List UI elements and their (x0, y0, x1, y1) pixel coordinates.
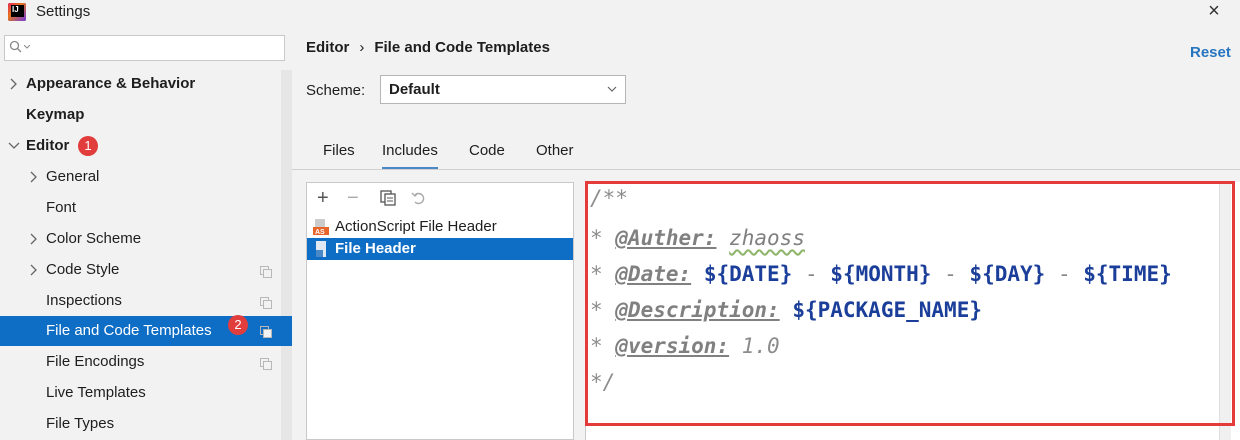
editor-scrollbar[interactable] (1219, 182, 1231, 440)
chevron-down-icon (607, 86, 617, 92)
intellij-app-icon (8, 3, 26, 21)
code-line-4: * @Description: ${PACKAGE_NAME} (590, 298, 982, 322)
search-input[interactable] (4, 35, 285, 61)
sidebar-item-font[interactable]: Font (46, 193, 76, 223)
code-line-5: * @version: 1.0 (590, 334, 780, 358)
template-variable: ${PACKAGE_NAME} (792, 298, 982, 322)
code-line-1: /** (590, 186, 628, 210)
comment-star: * (590, 262, 616, 286)
code-line-2: * @Auther: zhaoss (590, 226, 805, 250)
code-line-6: */ (590, 370, 616, 394)
template-variable: ${MONTH} (830, 262, 932, 286)
project-settings-icon (260, 358, 272, 370)
sidebar-item-file-encodings[interactable]: File Encodings (46, 347, 144, 377)
tag-value: zhaoss (729, 226, 805, 250)
reset-link[interactable]: Reset (1190, 44, 1231, 61)
template-variable: ${DAY} (969, 262, 1046, 286)
javadoc-tag: @Description: (615, 298, 780, 322)
sidebar-item-appearance-behavior[interactable]: Appearance & Behavior (26, 69, 195, 99)
sidebar-item-file-code-templates[interactable]: File and Code Templates (46, 316, 212, 346)
template-item-selected[interactable]: File Header (307, 238, 573, 260)
template-item[interactable]: AS ActionScript File Header (307, 216, 573, 238)
chevron-right-icon[interactable] (8, 78, 20, 90)
search-dropdown-icon[interactable] (24, 45, 30, 49)
tab-includes[interactable]: Includes (382, 140, 438, 170)
remove-icon[interactable]: − (347, 188, 359, 208)
tab-other[interactable]: Other (536, 140, 574, 170)
tab-files[interactable]: Files (323, 140, 355, 170)
javadoc-tag: @Date: (615, 262, 692, 286)
sidebar-item-color-scheme[interactable]: Color Scheme (46, 224, 141, 254)
sidebar-item-keymap[interactable]: Keymap (26, 100, 84, 130)
step-badge-1: 1 (78, 136, 98, 156)
breadcrumb-current: File and Code Templates (374, 39, 550, 56)
comment-star: * (590, 334, 616, 358)
template-variable: ${TIME} (1083, 262, 1172, 286)
template-item-label: File Header (335, 240, 416, 257)
chevron-right-icon[interactable] (28, 264, 40, 276)
close-icon[interactable]: × (1202, 0, 1226, 24)
reset-template-icon[interactable] (411, 190, 427, 206)
sidebar-item-live-templates[interactable]: Live Templates (46, 378, 146, 408)
sidebar-item-inspections[interactable]: Inspections (46, 286, 122, 316)
chevron-right-icon[interactable] (28, 171, 40, 183)
comment-star: * (590, 298, 616, 322)
settings-sidebar: Appearance & Behavior Keymap Editor 1 Ge… (0, 30, 292, 440)
sidebar-item-editor[interactable]: Editor (26, 131, 69, 161)
project-settings-icon (260, 297, 272, 309)
window-title: Settings (36, 3, 91, 20)
copy-icon[interactable] (380, 190, 396, 206)
separator-dash: - (1057, 262, 1071, 286)
templates-list-panel: + − AS ActionScript File Header File Hea… (306, 182, 574, 440)
separator-dash: - (944, 262, 957, 286)
breadcrumb-editor[interactable]: Editor (306, 39, 349, 56)
breadcrumb-separator: › (359, 39, 365, 56)
add-icon[interactable]: + (317, 188, 329, 208)
scheme-label: Scheme: (306, 82, 366, 99)
code-line-3: * @Date: ${DATE} - ${MONTH} - ${DAY} - $… (590, 262, 1172, 286)
chevron-down-icon[interactable] (8, 140, 20, 152)
search-icon (9, 40, 22, 53)
separator-dash: - (804, 262, 818, 286)
scheme-dropdown[interactable]: Default (380, 75, 626, 104)
sidebar-scrollbar[interactable] (281, 70, 292, 440)
comment-star: * (590, 226, 616, 250)
svg-text:AS: AS (315, 229, 325, 235)
javadoc-tag: @Auther: (615, 226, 717, 250)
tab-code[interactable]: Code (469, 140, 505, 170)
sidebar-item-file-types[interactable]: File Types (46, 409, 114, 439)
tabs-divider (292, 169, 1240, 170)
javadoc-tag: @version: (615, 334, 730, 358)
sidebar-item-general[interactable]: General (46, 162, 99, 192)
template-item-label: ActionScript File Header (335, 218, 497, 235)
tag-value: 1.0 (741, 334, 780, 358)
step-badge-2: 2 (228, 315, 248, 335)
actionscript-file-icon: AS (313, 219, 329, 235)
java-file-icon (316, 241, 326, 257)
scheme-value: Default (389, 81, 440, 98)
breadcrumb: Editor › File and Code Templates (306, 39, 550, 56)
sidebar-item-code-style[interactable]: Code Style (46, 255, 119, 285)
chevron-right-icon[interactable] (28, 233, 40, 245)
template-variable: ${DATE} (703, 262, 793, 286)
project-settings-icon (260, 266, 272, 278)
project-settings-icon (260, 326, 272, 338)
list-toolbar: + − (307, 183, 575, 213)
title-bar: Settings × (0, 0, 1240, 24)
